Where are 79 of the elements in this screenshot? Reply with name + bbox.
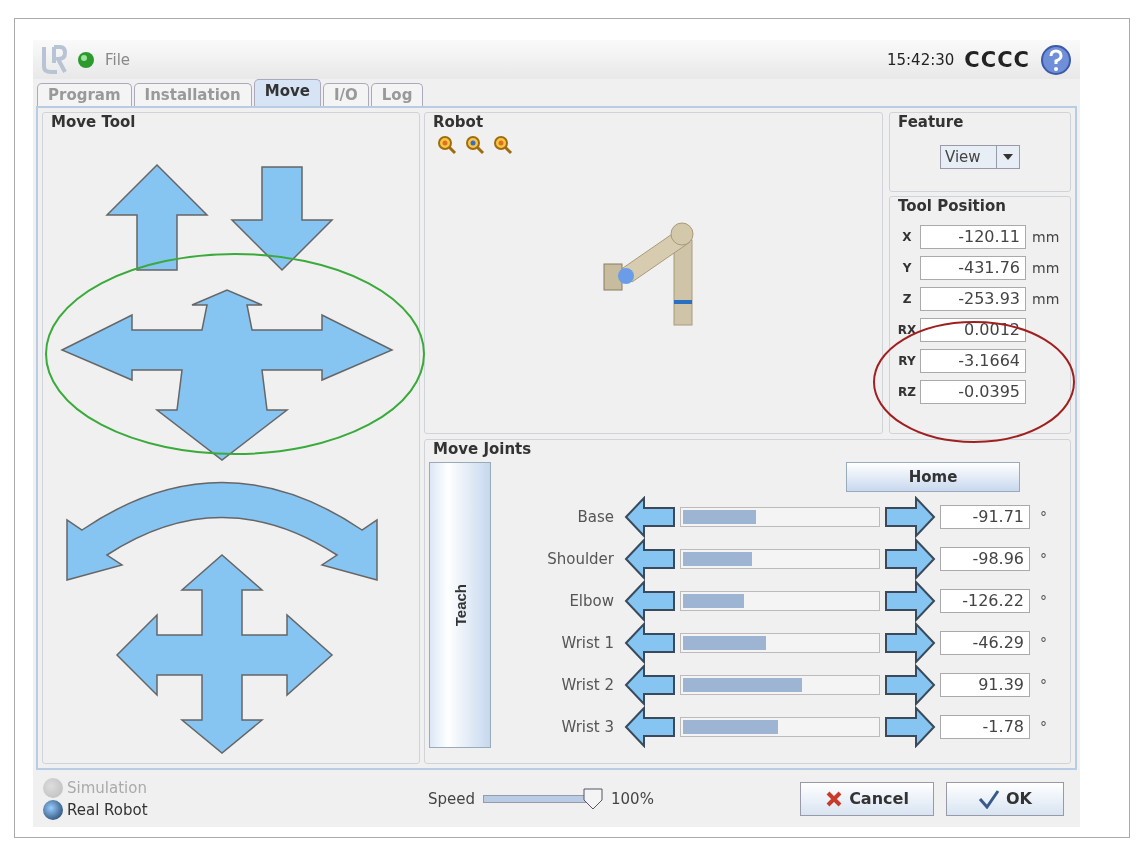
position-field[interactable]: -253.93 bbox=[920, 287, 1026, 312]
joint-label: Elbow bbox=[568, 592, 615, 611]
position-field[interactable]: -431.76 bbox=[920, 256, 1026, 281]
up-arrow-icon[interactable] bbox=[105, 164, 209, 271]
joint-field[interactable]: -1.78 bbox=[940, 715, 1030, 740]
zoom-icon[interactable] bbox=[465, 135, 485, 156]
panel-title: Move Joints bbox=[431, 440, 534, 459]
axis-label: Y bbox=[901, 261, 913, 276]
zoom-icon[interactable] bbox=[493, 135, 513, 156]
joint-label: Wrist 3 bbox=[560, 718, 615, 737]
joint-label: Wrist 1 bbox=[560, 634, 615, 653]
right-arrow-icon[interactable] bbox=[884, 622, 936, 665]
logo-icon bbox=[41, 44, 67, 75]
position-field[interactable]: -0.0395 bbox=[920, 380, 1026, 405]
joint-slider[interactable] bbox=[680, 633, 880, 654]
left-arrow-icon[interactable] bbox=[624, 538, 676, 581]
right-arrow-icon[interactable] bbox=[884, 706, 936, 749]
speed-slider[interactable] bbox=[483, 787, 604, 810]
joint-slider[interactable] bbox=[680, 507, 880, 528]
unit-label: ° bbox=[1039, 677, 1048, 694]
left-arrow-icon[interactable] bbox=[624, 706, 676, 749]
right-arrow-icon[interactable] bbox=[884, 664, 936, 707]
right-arrow-icon[interactable] bbox=[884, 496, 936, 539]
home-button[interactable]: Home bbox=[846, 462, 1020, 493]
axis-label: RX bbox=[896, 323, 918, 338]
rotate-cross-drawing[interactable] bbox=[115, 554, 334, 755]
unit-label: ° bbox=[1039, 509, 1048, 526]
speed-label: Speed bbox=[428, 789, 476, 808]
joint-field[interactable]: -126.22 bbox=[940, 589, 1030, 614]
left-arrow-icon[interactable] bbox=[624, 622, 676, 665]
joint-field[interactable]: -98.96 bbox=[940, 547, 1030, 572]
close-icon bbox=[825, 789, 844, 808]
down-arrow-icon[interactable] bbox=[230, 166, 334, 272]
unit-label: ° bbox=[1039, 593, 1048, 610]
unit-label: mm bbox=[1031, 291, 1060, 308]
position-field[interactable]: -120.11 bbox=[920, 225, 1026, 250]
robot-name: CCCC bbox=[964, 47, 1030, 72]
ok-button[interactable]: OK bbox=[946, 781, 1064, 816]
axis-label: X bbox=[901, 230, 913, 245]
joint-slider[interactable] bbox=[680, 675, 880, 696]
left-arrow-icon[interactable] bbox=[624, 580, 676, 623]
joint-field[interactable]: -91.71 bbox=[940, 505, 1030, 530]
joint-label: Shoulder bbox=[546, 550, 615, 569]
unit-label: ° bbox=[1039, 719, 1048, 736]
joint-slider[interactable] bbox=[680, 591, 880, 612]
cancel-button[interactable]: Cancel bbox=[800, 781, 934, 816]
joint-label: Wrist 2 bbox=[560, 676, 615, 695]
axis-label: Z bbox=[901, 292, 913, 307]
tab[interactable]: Move bbox=[253, 79, 321, 107]
joint-label: Base bbox=[576, 508, 615, 527]
joint-field[interactable]: 91.39 bbox=[940, 673, 1030, 698]
axis-label: RZ bbox=[897, 385, 917, 400]
caret-icon bbox=[1003, 154, 1013, 161]
status-icon bbox=[77, 50, 95, 69]
help-icon[interactable] bbox=[1040, 43, 1072, 76]
position-field[interactable]: 0.0012 bbox=[920, 318, 1026, 343]
feature-dropdown[interactable]: View bbox=[940, 145, 1020, 170]
joint-slider[interactable] bbox=[680, 549, 880, 570]
check-icon bbox=[978, 788, 1000, 809]
position-field[interactable]: -3.1664 bbox=[920, 349, 1026, 374]
zoom-icon[interactable] bbox=[437, 135, 457, 156]
axis-label: RY bbox=[897, 354, 917, 369]
rotate-arrow-icon[interactable] bbox=[66, 481, 378, 581]
move-cross-drawing[interactable] bbox=[60, 289, 394, 462]
unit-label: ° bbox=[1039, 635, 1048, 652]
joint-slider[interactable] bbox=[680, 717, 880, 738]
unit-label: ° bbox=[1039, 551, 1048, 568]
right-arrow-icon[interactable] bbox=[884, 538, 936, 581]
slider-thumb[interactable] bbox=[583, 787, 604, 810]
teach-button[interactable]: Teach bbox=[429, 462, 491, 749]
left-arrow-icon[interactable] bbox=[624, 496, 676, 539]
clock-time: 15:42:30 bbox=[886, 50, 955, 69]
mode-radio[interactable]: Real Robot bbox=[43, 799, 428, 820]
right-arrow-icon[interactable] bbox=[884, 580, 936, 623]
left-arrow-icon[interactable] bbox=[624, 664, 676, 707]
unit-label: mm bbox=[1031, 260, 1060, 277]
joint-field[interactable]: -46.29 bbox=[940, 631, 1030, 656]
speed-reading: 100% bbox=[611, 789, 654, 808]
unit-label: mm bbox=[1031, 229, 1060, 246]
